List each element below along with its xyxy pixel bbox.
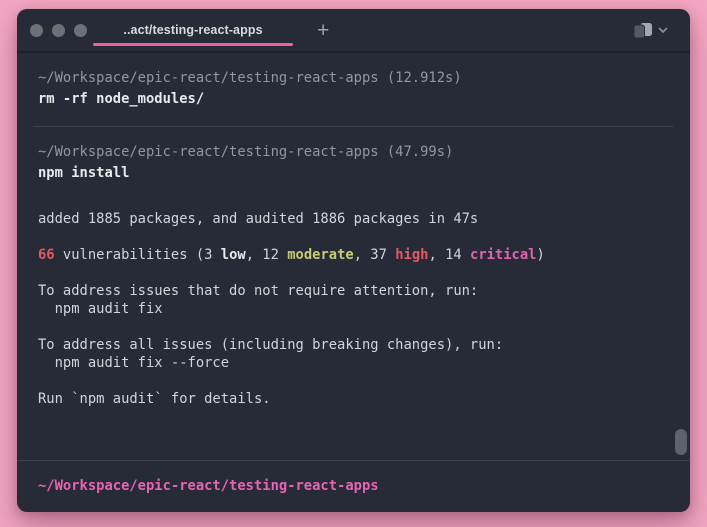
vuln-text: ) [536, 247, 544, 263]
command-block-npm-install[interactable]: ~/Workspace/epic-react/testing-react-app… [17, 127, 690, 425]
vuln-critical-label: critical [470, 247, 536, 263]
output-fix-command-line: npm audit fix [38, 300, 669, 318]
output-audit-details-line: Run `npm audit` for details. [38, 390, 669, 408]
vuln-text: vulnerabilities (3 [55, 247, 221, 263]
vuln-high-label: high [395, 247, 428, 263]
terminal-window: ..act/testing-react-apps + [17, 9, 690, 512]
output-added-packages-line: added 1885 packages, and audited 1886 pa… [38, 210, 669, 228]
vuln-text: , 12 [246, 247, 288, 263]
tab-title: ..act/testing-react-apps [123, 23, 262, 37]
zoom-window-button[interactable] [74, 24, 87, 37]
vertical-scrollbar-thumb[interactable] [675, 429, 687, 455]
vuln-moderate-label: moderate [287, 247, 353, 263]
command-text: npm install [38, 164, 669, 183]
minimize-window-button[interactable] [52, 24, 65, 37]
blank-line [38, 264, 669, 282]
tab-testing-react-apps[interactable]: ..act/testing-react-apps [93, 9, 293, 51]
chevron-down-icon[interactable] [658, 27, 668, 34]
desktop-background: ..act/testing-react-apps + [0, 0, 707, 527]
profiles-icon[interactable] [633, 22, 653, 39]
output-force-header-line: To address all issues (including breakin… [38, 336, 669, 354]
vulnerabilities-line: 66 vulnerabilities (3 low, 12 moderate, … [38, 246, 669, 264]
command-text: rm -rf node_modules/ [38, 90, 669, 109]
tab-bar: ..act/testing-react-apps + [17, 9, 690, 53]
blank-line [38, 318, 669, 336]
prompt-block[interactable]: ~/Workspace/epic-react/testing-react-app… [17, 461, 690, 512]
vuln-text: , 14 [428, 247, 470, 263]
command-block-rm[interactable]: ~/Workspace/epic-react/testing-react-app… [17, 53, 690, 126]
block-header-path-duration: ~/Workspace/epic-react/testing-react-app… [38, 69, 669, 88]
blank-line [38, 372, 669, 390]
vuln-text: , 37 [354, 247, 396, 263]
new-tab-button[interactable]: + [313, 20, 333, 41]
window-controls [17, 24, 87, 37]
output-force-command-line: npm audit fix --force [38, 354, 669, 372]
tabbar-right-controls [633, 22, 690, 39]
close-window-button[interactable] [30, 24, 43, 37]
vuln-total-count: 66 [38, 247, 55, 263]
output-fix-header-line: To address issues that do not require at… [38, 282, 669, 300]
command-output: added 1885 packages, and audited 1886 pa… [38, 210, 669, 408]
blank-line [38, 228, 669, 246]
prompt-path: ~/Workspace/epic-react/testing-react-app… [38, 478, 379, 494]
active-tab-indicator [93, 43, 293, 46]
block-header-path-duration: ~/Workspace/epic-react/testing-react-app… [38, 143, 669, 162]
vuln-low-label: low [221, 247, 246, 263]
terminal-scrollback: ~/Workspace/epic-react/testing-react-app… [17, 53, 690, 460]
